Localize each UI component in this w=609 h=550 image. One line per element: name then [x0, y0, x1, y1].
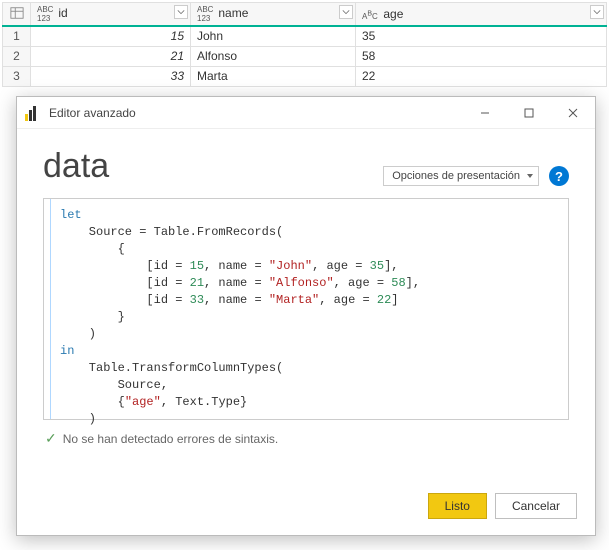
datatype-icon: ABC: [362, 9, 380, 21]
data-grid[interactable]: ABC123 id ABC123 name ABC age 1 15 John …: [2, 2, 607, 87]
column-label: id: [58, 6, 67, 20]
grid-corner[interactable]: [3, 3, 31, 27]
datatype-icon: ABC123: [197, 5, 215, 23]
cell-name[interactable]: Marta: [191, 66, 356, 86]
datatype-icon: ABC123: [37, 5, 55, 23]
cell-age[interactable]: 22: [356, 66, 607, 86]
cell-id[interactable]: 33: [31, 66, 191, 86]
row-number: 2: [3, 46, 31, 66]
dialog-title: Editor avanzado: [49, 106, 463, 120]
table-row[interactable]: 1 15 John 35: [3, 26, 607, 46]
column-dropdown[interactable]: [174, 5, 188, 19]
cell-id[interactable]: 15: [31, 26, 191, 46]
table-row[interactable]: 3 33 Marta 22: [3, 66, 607, 86]
column-label: age: [383, 7, 403, 21]
column-header-name[interactable]: ABC123 name: [191, 3, 356, 27]
cell-name[interactable]: Alfonso: [191, 46, 356, 66]
advanced-editor-dialog: Editor avanzado data Opciones de present…: [16, 96, 596, 536]
titlebar[interactable]: Editor avanzado: [17, 97, 595, 129]
app-logo-icon: [25, 105, 41, 121]
column-header-id[interactable]: ABC123 id: [31, 3, 191, 27]
cell-name[interactable]: John: [191, 26, 356, 46]
minimize-button[interactable]: [463, 97, 507, 129]
row-number: 1: [3, 26, 31, 46]
query-name-heading: data: [43, 147, 109, 186]
close-button[interactable]: [551, 97, 595, 129]
row-number: 3: [3, 66, 31, 86]
maximize-button[interactable]: [507, 97, 551, 129]
code-editor[interactable]: let Source = Table.FromRecords( { [id = …: [43, 198, 569, 420]
cancel-button[interactable]: Cancelar: [495, 493, 577, 519]
column-header-age[interactable]: ABC age: [356, 3, 607, 27]
cell-age[interactable]: 58: [356, 46, 607, 66]
cell-id[interactable]: 21: [31, 46, 191, 66]
help-icon[interactable]: ?: [549, 166, 569, 186]
status-text: No se han detectado errores de sintaxis.: [63, 432, 278, 446]
code-content[interactable]: let Source = Table.FromRecords( { [id = …: [44, 207, 568, 428]
column-label: name: [218, 6, 248, 20]
done-button[interactable]: Listo: [428, 493, 487, 519]
cell-age[interactable]: 35: [356, 26, 607, 46]
column-dropdown[interactable]: [339, 5, 353, 19]
table-row[interactable]: 2 21 Alfonso 58: [3, 46, 607, 66]
check-icon: ✓: [45, 430, 57, 447]
column-dropdown[interactable]: [590, 5, 604, 19]
display-options-dropdown[interactable]: Opciones de presentación: [383, 166, 539, 186]
